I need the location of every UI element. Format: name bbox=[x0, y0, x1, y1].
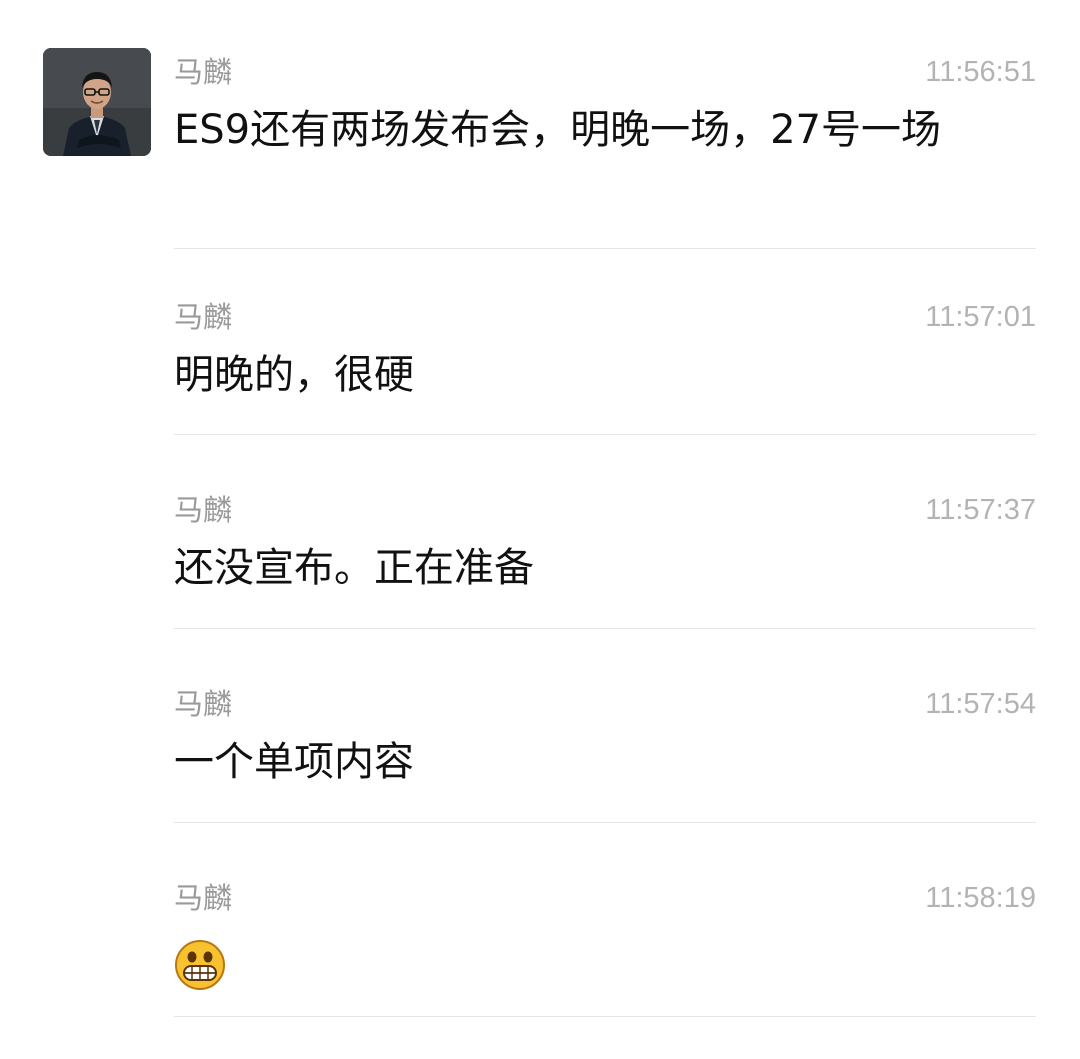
message-divider bbox=[174, 628, 1036, 629]
message-divider bbox=[174, 822, 1036, 823]
sender-name: 马麟 bbox=[174, 881, 233, 915]
person-portrait-icon bbox=[43, 48, 151, 156]
message-divider bbox=[174, 1016, 1036, 1017]
sender-name: 马麟 bbox=[174, 493, 233, 527]
message-text: ES9还有两场发布会，明晚一场，27号一场 bbox=[174, 107, 942, 153]
sender-name: 马麟 bbox=[174, 55, 233, 89]
sender-name: 马麟 bbox=[174, 300, 233, 334]
message-time: 11:57:54 bbox=[925, 688, 1036, 720]
message-time: 11:58:19 bbox=[925, 882, 1036, 914]
avatar[interactable] bbox=[43, 48, 151, 156]
message-time: 11:57:01 bbox=[925, 301, 1036, 333]
message-time: 11:57:37 bbox=[925, 494, 1036, 526]
message-text: 明晚的，很硬 bbox=[174, 352, 414, 398]
sender-name: 马麟 bbox=[174, 687, 233, 721]
message-text: 还没宣布。正在准备 bbox=[174, 545, 534, 591]
grinning-face-emoji-icon bbox=[174, 939, 226, 991]
chat-history: 马麟 11:56:51 ES9还有两场发布会，明晚一场，27号一场 马麟 11:… bbox=[0, 0, 1080, 1059]
message-divider bbox=[174, 248, 1036, 249]
message-text: 一个单项内容 bbox=[174, 739, 414, 785]
message-divider bbox=[174, 434, 1036, 435]
message-time: 11:56:51 bbox=[925, 56, 1036, 88]
